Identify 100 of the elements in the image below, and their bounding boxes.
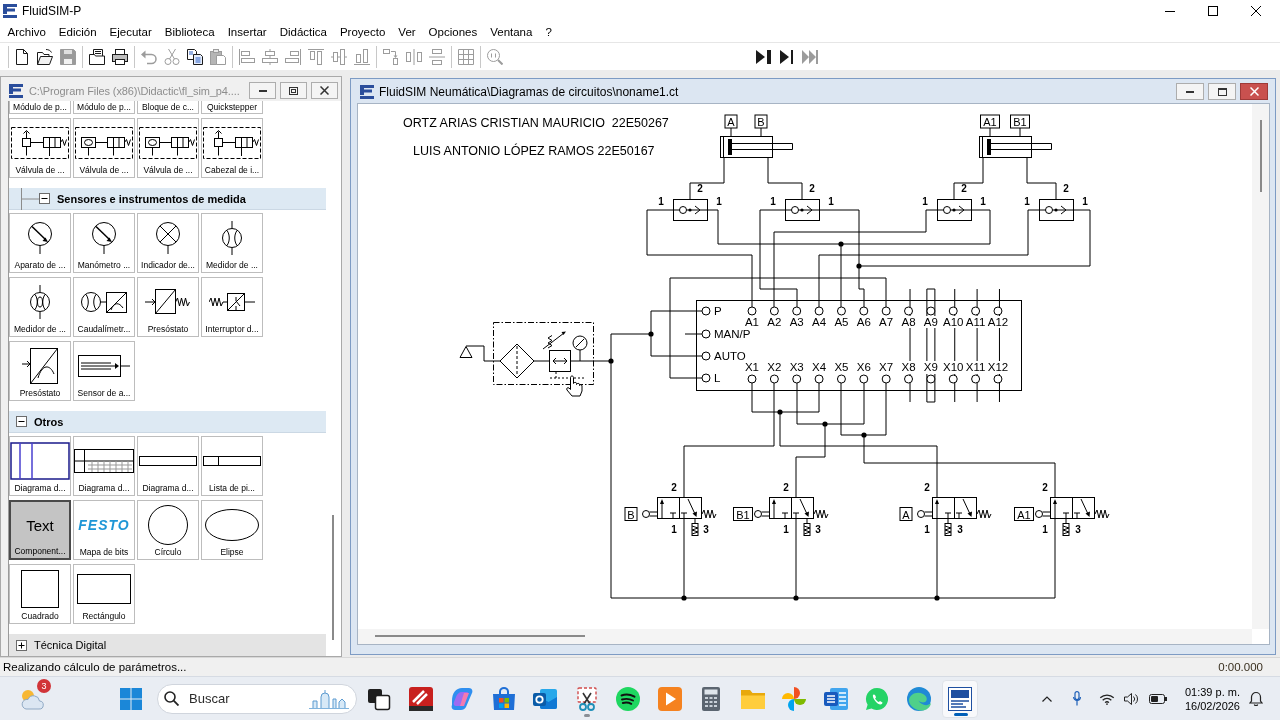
window-title: C:\Program Files (x86)\Didactic\fl_sim_p4.... — [29, 84, 240, 97]
step-forward-icon[interactable] — [779, 48, 795, 65]
maximize-icon[interactable] — [1208, 6, 1218, 16]
port-number: 3 — [1075, 524, 1081, 535]
taskbar-button[interactable] — [942, 679, 978, 718]
printer-icon[interactable] — [112, 48, 128, 65]
play-tile-icon[interactable] — [657, 686, 682, 711]
library-tile[interactable]: Interruptor d... — [201, 277, 263, 337]
menu-item[interactable]: Ejecutar — [103, 23, 159, 41]
swirl-icon[interactable] — [450, 686, 474, 711]
library-tile[interactable]: Text Component... — [9, 500, 71, 560]
menu-item[interactable]: Insertar — [221, 23, 274, 41]
scrollbar[interactable] — [375, 635, 585, 637]
minimize-button[interactable] — [1176, 83, 1204, 100]
maximize-button[interactable] — [1208, 83, 1236, 100]
wifi-icon[interactable] — [1098, 692, 1115, 705]
library-tile[interactable]: Aparato de ... — [9, 213, 71, 273]
menu-item[interactable]: Proyecto — [333, 23, 392, 41]
library-tile[interactable]: FESTO Mapa de bits — [73, 500, 135, 560]
chart-frame-icon — [10, 442, 70, 480]
close-icon[interactable] — [1251, 6, 1261, 16]
two-pages-icon[interactable] — [187, 48, 203, 65]
library-tile[interactable]: Diagrama d... — [9, 436, 71, 496]
library-tile[interactable]: Elipse — [201, 500, 263, 560]
library-tile[interactable]: Sensor de a... — [73, 341, 135, 401]
battery-icon[interactable] — [1148, 693, 1167, 704]
port-number: 2 — [961, 183, 967, 194]
clock-time[interactable]: 01:39 p. m. — [1184, 684, 1240, 699]
library-tile[interactable]: Válvula de ... — [73, 118, 135, 178]
shopping-bag-icon[interactable] — [491, 686, 516, 711]
menu-item[interactable]: Edición — [52, 23, 104, 41]
port-label: AUTO — [714, 350, 746, 362]
menu-item[interactable]: Archivo — [1, 23, 53, 41]
menu-item[interactable]: Biblioteca — [158, 23, 222, 41]
library-tile[interactable]: Indicador de... — [137, 213, 199, 273]
port-number: 2 — [783, 482, 789, 493]
stacked-squares-icon[interactable] — [367, 686, 391, 711]
restore-button[interactable] — [280, 82, 307, 99]
port-label: A12 — [987, 316, 1009, 328]
page-icon[interactable] — [14, 48, 30, 65]
group-header[interactable]: Sensores e instrumentos de medida — [9, 188, 326, 210]
library-tile[interactable]: Módulo de p... — [73, 101, 135, 114]
logo-tile-icon[interactable] — [408, 686, 433, 711]
library-tile[interactable]: Caudalímetr... — [73, 277, 135, 337]
library-tile[interactable]: Presóstato — [137, 277, 199, 337]
menu-item[interactable]: Opciones — [422, 23, 484, 41]
cloud-sun-icon[interactable] — [20, 687, 44, 710]
minimize-icon[interactable] — [1165, 10, 1175, 12]
pinwheel-icon[interactable] — [782, 686, 806, 711]
start-icon[interactable] — [120, 687, 142, 710]
bell-icon[interactable] — [1249, 691, 1263, 706]
library-tile[interactable]: Lista de pi... — [201, 436, 263, 496]
library-tile[interactable]: Diagrama d... — [73, 436, 135, 496]
sensor-icon — [78, 355, 130, 377]
scissors-icon[interactable] — [574, 686, 599, 711]
valve-label: A1 — [1014, 507, 1034, 521]
library-tile[interactable]: Válvula de ... — [9, 118, 71, 178]
open-folder-icon[interactable] — [37, 48, 53, 65]
menu-item[interactable]: Ventana — [483, 23, 539, 41]
scrollbar[interactable] — [1259, 120, 1262, 192]
folder-page-icon[interactable] — [89, 48, 105, 65]
mail-icon[interactable] — [533, 686, 557, 711]
menu-item[interactable]: ? — [538, 23, 559, 41]
library-tile[interactable]: Medidor de ... — [201, 213, 263, 273]
close-icon — [320, 86, 329, 95]
library-tile[interactable]: Rectángulo — [73, 564, 135, 624]
microphone-icon[interactable] — [1072, 691, 1081, 706]
chevron-up-icon[interactable] — [1041, 695, 1052, 702]
close-button[interactable] — [311, 82, 338, 99]
library-tile[interactable]: Manómetro ... — [73, 213, 135, 273]
search-field[interactable]: Buscar — [157, 683, 357, 714]
library-tile[interactable]: Medidor de ... — [9, 277, 71, 337]
scrollbar[interactable] — [332, 515, 334, 640]
library-tile[interactable]: Módulo de p... — [9, 101, 71, 114]
menu-item[interactable]: Didáctica — [273, 23, 334, 41]
minimize-button[interactable] — [249, 82, 276, 99]
group-header[interactable]: Otros — [9, 411, 326, 433]
library-tile[interactable]: Diagrama d... — [137, 436, 199, 496]
play-pause-icon[interactable] — [756, 48, 772, 65]
library-tile[interactable]: Válvula de ... — [137, 118, 199, 178]
document-icon[interactable] — [823, 686, 848, 711]
library-tile[interactable]: Presóstato — [9, 341, 71, 401]
library-tile[interactable]: Quickstepper — [201, 101, 263, 114]
speaker-icon[interactable] — [1123, 692, 1138, 705]
maximize-icon — [1217, 87, 1227, 96]
library-tile[interactable]: Bloque de c... — [137, 101, 199, 114]
library-tile[interactable]: Cabezal de i... — [201, 118, 263, 178]
wave-circle-icon[interactable] — [906, 686, 931, 711]
sound-waves-icon[interactable] — [616, 686, 640, 711]
port-label: P — [714, 305, 722, 317]
app-title: FluidSIM-P — [22, 4, 82, 18]
calculator-icon[interactable] — [699, 686, 723, 711]
group-header[interactable]: Técnica Digital — [9, 634, 326, 656]
menu-item[interactable]: Ver — [391, 23, 423, 41]
close-button[interactable] — [1240, 83, 1268, 100]
hand-cursor-icon — [566, 375, 583, 397]
clock-date[interactable]: 16/02/2026 — [1184, 698, 1240, 713]
library-tile[interactable]: Círculo — [137, 500, 199, 560]
library-tile[interactable]: Cuadrado — [9, 564, 71, 624]
valve-module-icon — [203, 127, 261, 159]
